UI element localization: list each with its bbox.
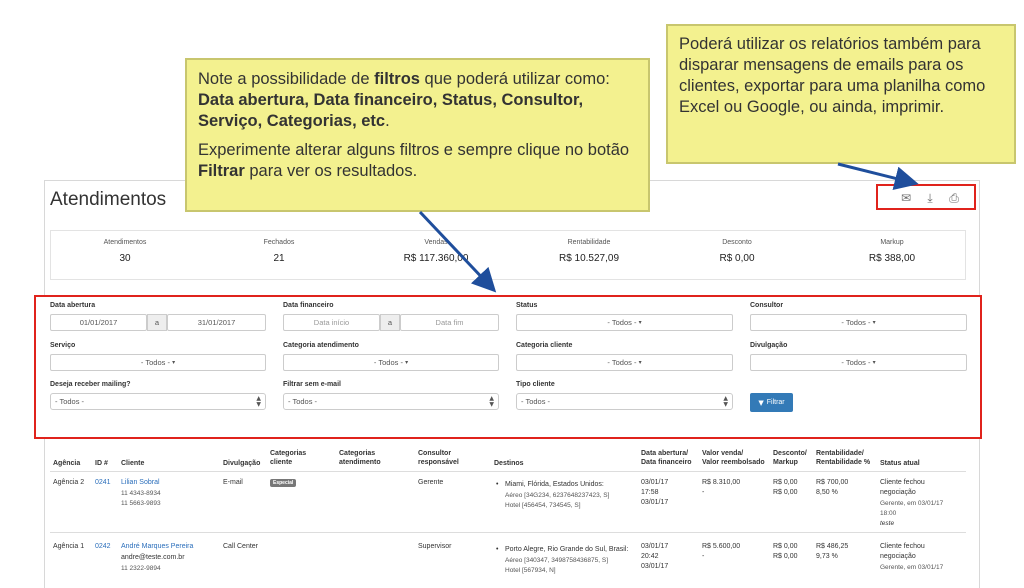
callout-arrows: [418, 162, 919, 293]
arrow-to-filters: [418, 210, 497, 293]
arrow-to-toolbar: [837, 162, 919, 191]
